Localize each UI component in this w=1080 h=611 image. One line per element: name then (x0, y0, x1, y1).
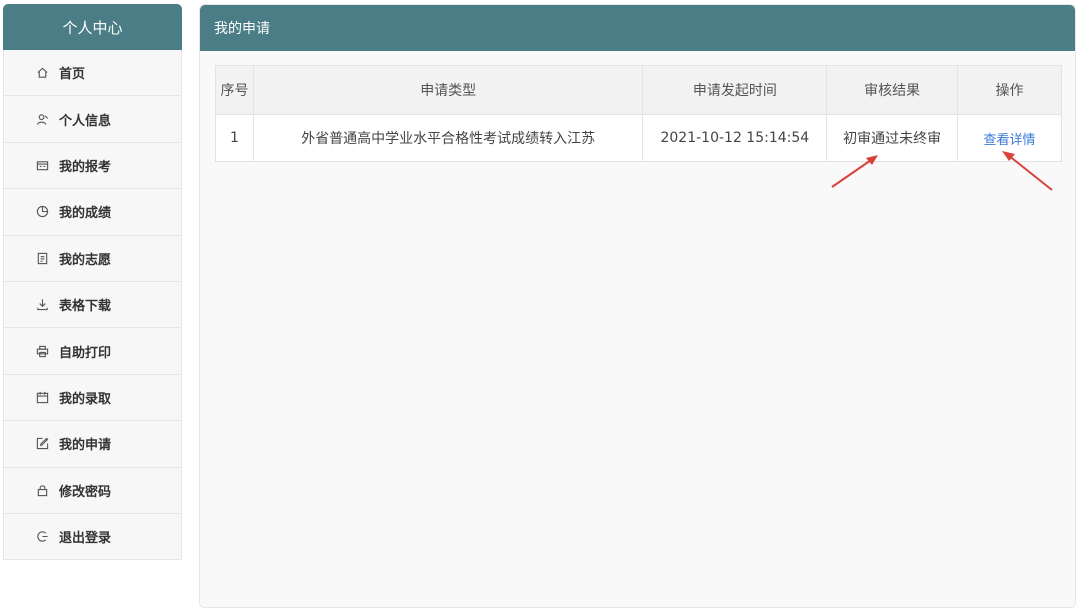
cell-time: 2021-10-12 15:14:54 (642, 114, 828, 162)
lock-icon (36, 484, 49, 497)
calendar-icon (36, 391, 49, 404)
id-card-icon (36, 159, 49, 172)
table-header-row: 序号 申请类型 申请发起时间 审核结果 操作 (215, 65, 1062, 115)
user-icon (36, 113, 49, 126)
sidebar-title: 个人中心 (3, 4, 182, 50)
pie-chart-icon (36, 205, 49, 218)
column-header-result: 审核结果 (826, 65, 959, 115)
edit-icon (36, 437, 49, 450)
sidebar-item-applications[interactable]: 我的申请 (3, 421, 182, 468)
cell-result: 初审通过未终审 (826, 114, 959, 162)
cell-index: 1 (215, 114, 254, 162)
sidebar-item-label: 修改密码 (59, 484, 112, 500)
cell-type: 外省普通高中学业水平合格性考试成绩转入江苏 (252, 114, 644, 162)
document-icon (36, 252, 49, 265)
table-row: 1 外省普通高中学业水平合格性考试成绩转入江苏 2021-10-12 15:14… (215, 114, 1062, 162)
main-panel: 我的申请 序号 申请类型 申请发起时间 审核结果 操作 1 外省普通高中学业水平… (199, 4, 1076, 608)
sidebar-item-label: 个人信息 (59, 113, 112, 129)
sidebar-item-label: 首页 (59, 67, 86, 83)
sidebar-item-label: 我的志愿 (59, 252, 112, 268)
sidebar-item-scores[interactable]: 我的成绩 (3, 189, 182, 236)
applications-table: 序号 申请类型 申请发起时间 审核结果 操作 1 外省普通高中学业水平合格性考试… (215, 65, 1062, 162)
column-header-type: 申请类型 (252, 65, 644, 115)
column-header-index: 序号 (215, 65, 254, 115)
sidebar-item-profile[interactable]: 个人信息 (3, 96, 182, 143)
sidebar-item-registration[interactable]: 我的报考 (3, 142, 182, 190)
sidebar-item-home[interactable]: 首页 (3, 50, 182, 97)
sidebar-item-label: 退出登录 (59, 531, 112, 547)
sidebar-item-label: 我的成绩 (59, 206, 112, 222)
sidebar-item-change-password[interactable]: 修改密码 (3, 467, 182, 514)
page-title: 我的申请 (200, 5, 1075, 51)
sidebar-item-label: 我的报考 (59, 159, 112, 175)
printer-icon (36, 345, 49, 358)
sidebar-item-label: 自助打印 (59, 345, 112, 361)
sidebar-item-logout[interactable]: 退出登录 (3, 513, 182, 561)
download-icon (36, 298, 49, 311)
column-header-time: 申请发起时间 (642, 65, 828, 115)
sidebar-nav: 首页 个人信息 我的报考 我的成绩 我的志愿 表格下载 自助打印 我的录取 我的… (3, 50, 182, 561)
sidebar-item-admission[interactable]: 我的录取 (3, 374, 182, 422)
logout-icon (36, 530, 49, 543)
sidebar-item-print[interactable]: 自助打印 (3, 328, 182, 375)
column-header-action: 操作 (957, 65, 1062, 115)
cell-action: 查看详情 (957, 114, 1062, 162)
sidebar-item-label: 表格下载 (59, 299, 112, 315)
sidebar-item-label: 我的申请 (59, 438, 112, 454)
sidebar-item-downloads[interactable]: 表格下载 (3, 281, 182, 329)
sidebar: 个人中心 首页 个人信息 我的报考 我的成绩 我的志愿 表格下载 自助打印 我的… (3, 4, 182, 561)
sidebar-item-preferences[interactable]: 我的志愿 (3, 235, 182, 282)
view-details-link[interactable]: 查看详情 (984, 133, 1036, 148)
home-icon (36, 66, 49, 79)
sidebar-item-label: 我的录取 (59, 391, 112, 407)
